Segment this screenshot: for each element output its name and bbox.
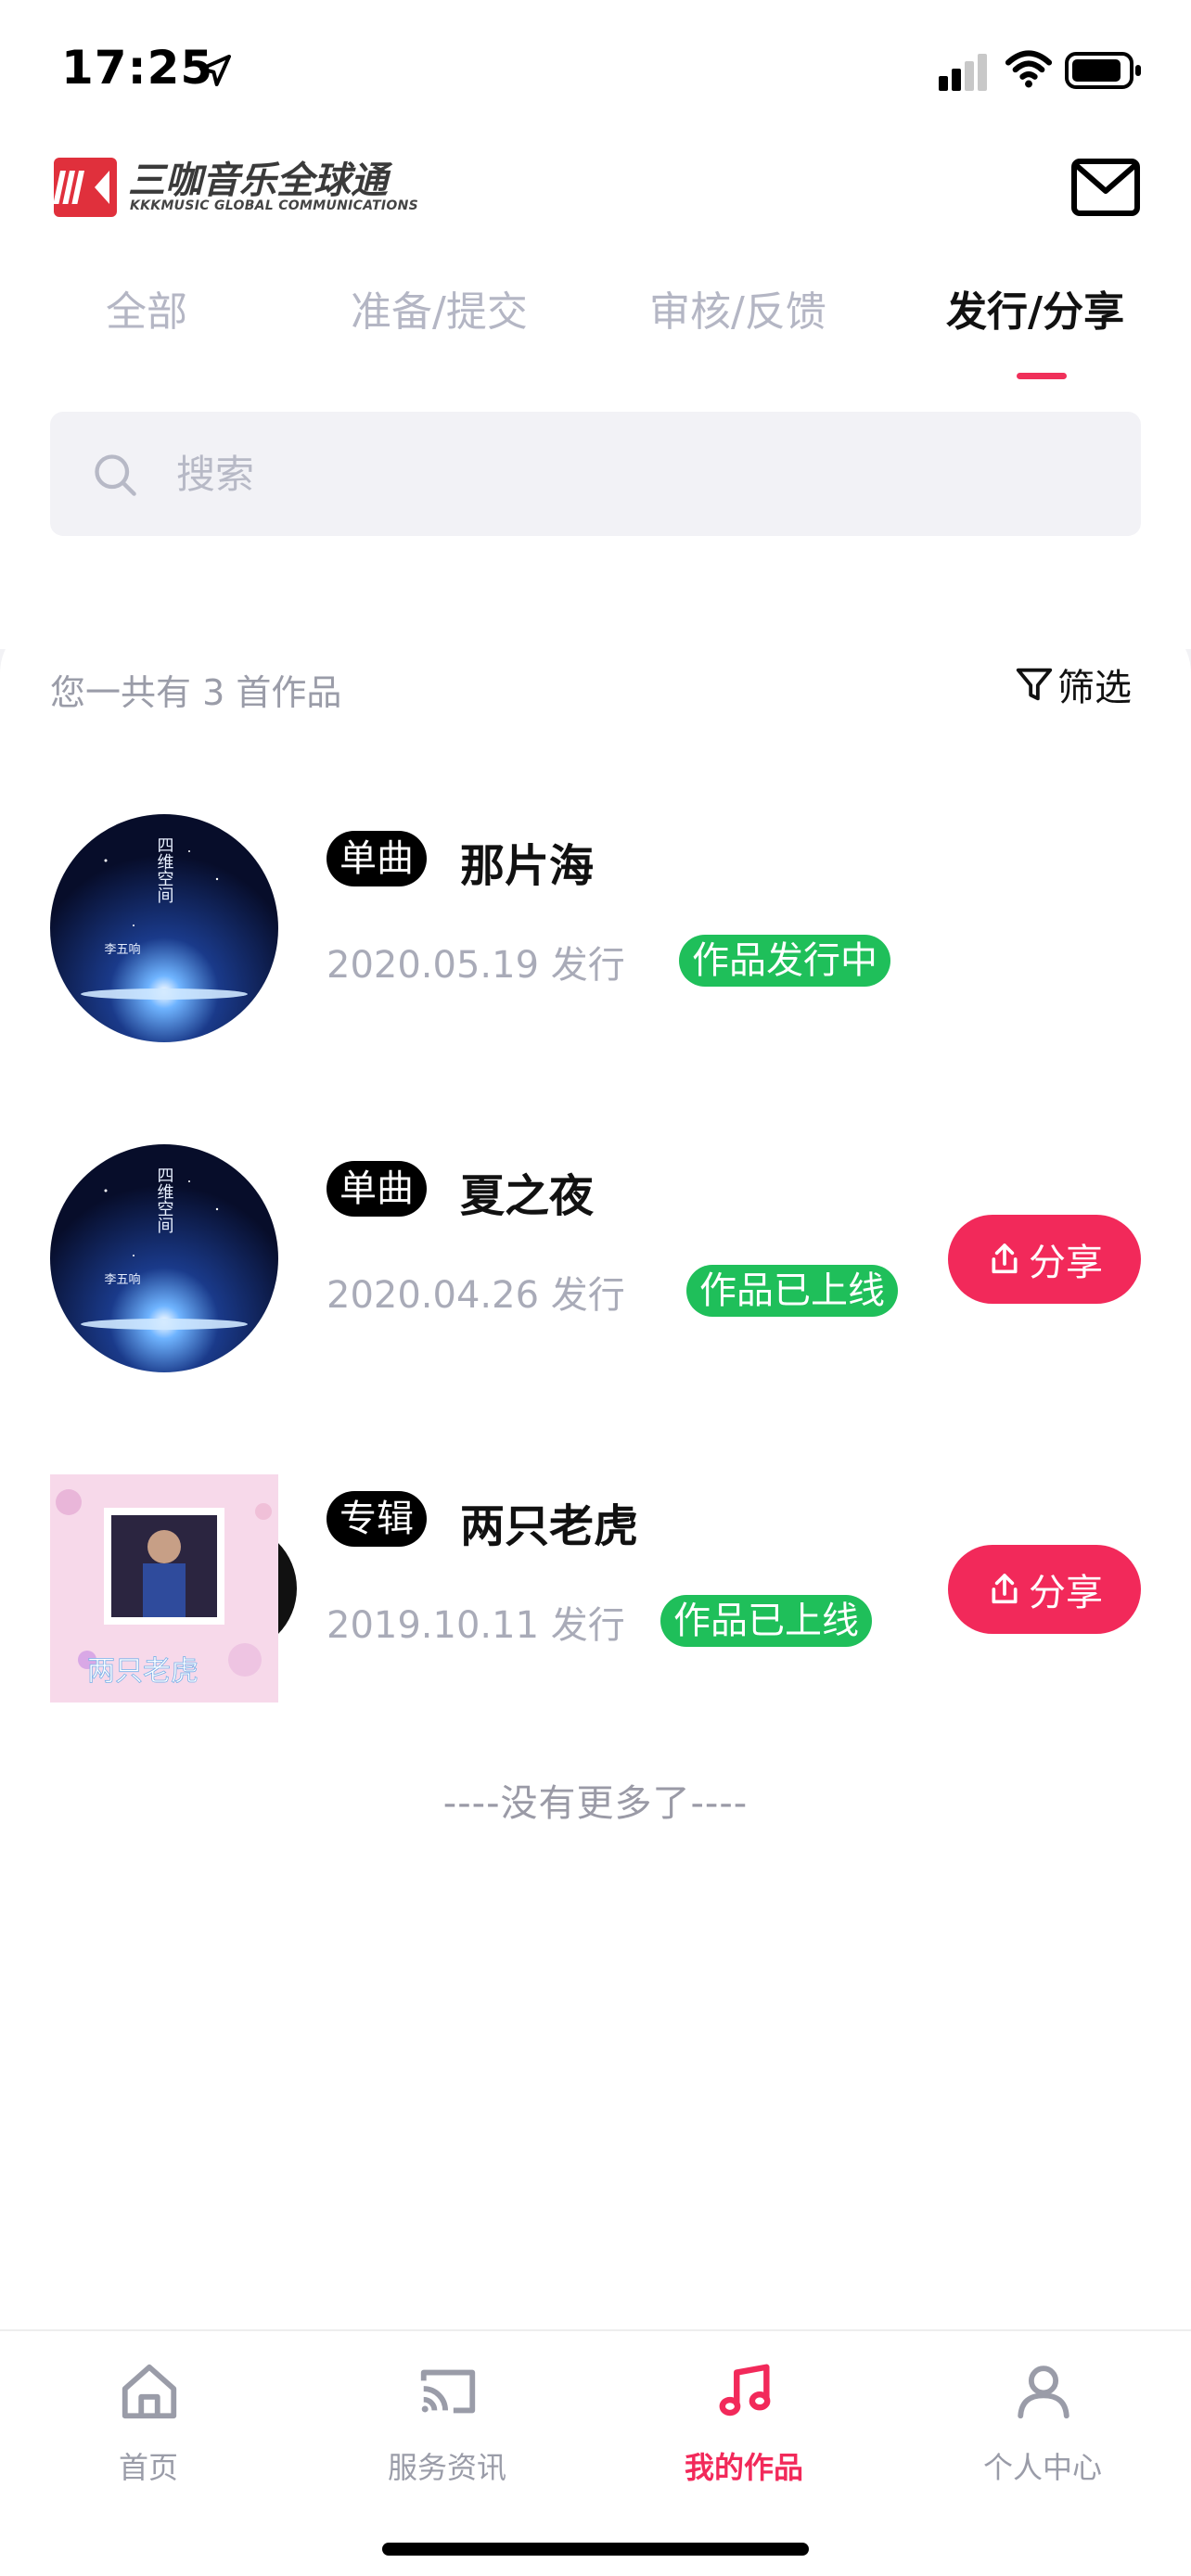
- works-count-text: 您一共有 3 首作品: [50, 672, 342, 713]
- nav-item-home[interactable]: 首页: [28, 2359, 269, 2498]
- tab-prepare-submit[interactable]: 准备/提交: [351, 278, 528, 338]
- cover-image: 两只老虎: [50, 1474, 297, 1702]
- list-item[interactable]: 四维空间 李五响 单曲 夏之夜 2020.04.26 发行 作品已上线 分享: [0, 1144, 1191, 1385]
- music-note-icon: [719, 2364, 771, 2417]
- mail-icon[interactable]: [1070, 156, 1141, 219]
- cover-title-text: 四维空间: [155, 1167, 174, 1233]
- tab-review-feedback[interactable]: 审核/反馈: [649, 278, 826, 338]
- type-badge: 单曲: [327, 1161, 427, 1217]
- nav-item-my-works[interactable]: 我的作品: [623, 2359, 864, 2498]
- item-title: 夏之夜: [460, 1170, 595, 1222]
- share-label: 分享: [1029, 1242, 1103, 1284]
- share-button[interactable]: 分享: [948, 1215, 1141, 1304]
- status-badge: 作品已上线: [686, 1265, 898, 1317]
- search-icon: [95, 454, 136, 496]
- nav-item-profile[interactable]: 个人中心: [922, 2359, 1163, 2498]
- share-icon: [992, 1574, 1018, 1604]
- list-item[interactable]: 两只老虎 专辑 两只老虎 2019.10.11 发行 作品已上线 分享: [0, 1474, 1191, 1715]
- search-input[interactable]: [176, 440, 1104, 508]
- cover-artist-text: 李五响: [104, 942, 140, 957]
- nav-label: 个人中心: [982, 2450, 1102, 2485]
- release-date: 2020.04.26 发行: [327, 1274, 625, 1317]
- nav-label: 我的作品: [684, 2450, 803, 2485]
- type-badge: 专辑: [327, 1491, 427, 1547]
- battery-icon: [1065, 52, 1141, 89]
- end-of-list-text: ----没有更多了----: [442, 1782, 749, 1825]
- filter-button[interactable]: 筛选: [1013, 658, 1132, 710]
- home-indicator: [382, 2543, 809, 2556]
- status-time: 17:25: [61, 41, 214, 95]
- release-date: 2019.10.11 发行: [327, 1604, 625, 1647]
- nav-item-service-news[interactable]: 服务资讯: [327, 2359, 568, 2498]
- user-icon: [1018, 2366, 1069, 2419]
- wifi-icon: [1005, 50, 1053, 88]
- item-title: 两只老虎: [460, 1500, 639, 1552]
- list-item[interactable]: 四维空间 李五响 单曲 那片海 2020.05.19 发行 作品发行中: [0, 814, 1191, 1055]
- home-icon: [122, 2364, 177, 2419]
- status-tabs: 全部 准备/提交 审核/反馈 发行/分享: [0, 278, 1191, 389]
- release-date: 2020.05.19 发行: [327, 944, 625, 987]
- tab-all[interactable]: 全部: [106, 278, 187, 338]
- status-badge: 作品发行中: [679, 935, 890, 987]
- logo-text: 三咖音乐全球通: [128, 159, 388, 202]
- works-list: 您一共有 3 首作品 筛选 四维空间 李五响 单曲 那片海 2020.05.19…: [0, 618, 1191, 2333]
- item-title: 那片海: [460, 840, 595, 892]
- filter-label: 筛选: [1057, 667, 1132, 709]
- type-badge: 单曲: [327, 831, 427, 886]
- status-badge: 作品已上线: [660, 1595, 872, 1647]
- cover-title-text: 两只老虎: [87, 1655, 198, 1688]
- cover-image: 四维空间 李五响: [50, 1144, 278, 1372]
- logo-mark-icon: [54, 158, 117, 217]
- bottom-nav: 首页 服务资讯 我的作品 个人中心: [0, 2329, 1191, 2576]
- share-label: 分享: [1029, 1572, 1103, 1614]
- cellular-signal-icon: [939, 54, 987, 91]
- tab-release-share[interactable]: 发行/分享: [946, 278, 1124, 338]
- share-button[interactable]: 分享: [948, 1545, 1141, 1634]
- cover-title-text: 四维空间: [155, 836, 174, 903]
- nav-label: 首页: [118, 2450, 178, 2485]
- logo-subtitle: KKKMUSIC GLOBAL COMMUNICATIONS: [130, 198, 418, 213]
- status-bar: 17:25: [0, 0, 1191, 139]
- cast-icon: [420, 2369, 476, 2414]
- share-icon: [992, 1243, 1018, 1274]
- cover-image: 四维空间 李五响: [50, 814, 278, 1042]
- location-arrow-icon: [199, 55, 231, 86]
- search-bar[interactable]: [50, 412, 1141, 536]
- active-tab-indicator: [1017, 373, 1067, 379]
- cover-artist-text: 李五响: [104, 1272, 140, 1287]
- filter-icon: [1016, 668, 1053, 701]
- app-logo: 三咖音乐全球通 KKKMUSIC GLOBAL COMMUNICATIONS: [54, 156, 418, 217]
- nav-label: 服务资讯: [387, 2450, 506, 2485]
